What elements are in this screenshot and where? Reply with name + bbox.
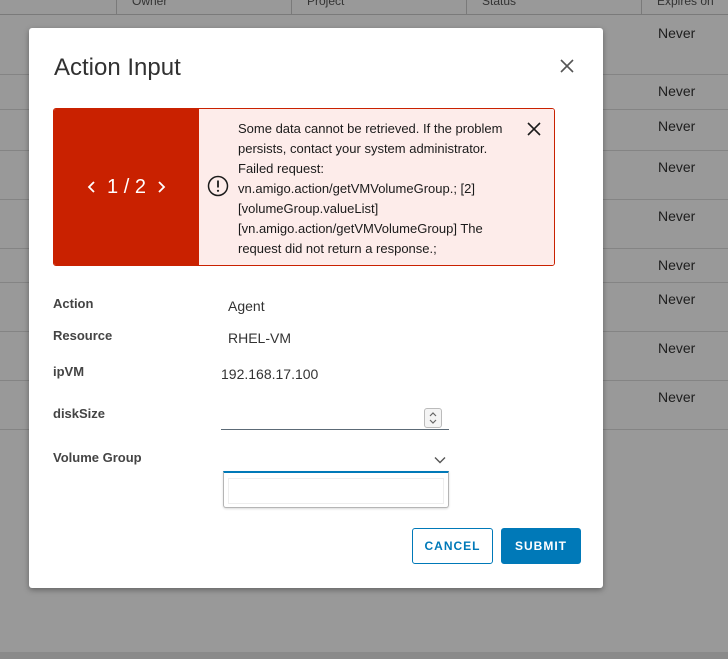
alert-close-icon[interactable]	[526, 121, 542, 137]
stepper-arrows-icon	[429, 412, 437, 424]
cancel-button[interactable]: CANCEL	[412, 528, 493, 564]
close-icon[interactable]	[557, 56, 577, 76]
action-input-dialog: Action Input 1 / 2 Some data cannot be r…	[29, 28, 603, 588]
ipvm-value: 192.168.17.100	[221, 366, 319, 382]
alert-page-indicator: 1 / 2	[107, 175, 146, 198]
action-label: Action	[53, 296, 94, 311]
resource-label: Resource	[53, 328, 113, 343]
action-value: Agent	[228, 298, 265, 314]
resource-value: RHEL-VM	[228, 330, 292, 346]
number-stepper[interactable]	[424, 408, 442, 428]
volume-group-option[interactable]	[228, 478, 444, 504]
alert-pager: 1 / 2	[54, 109, 199, 265]
error-alert: 1 / 2 Some data cannot be retrieved. If …	[53, 108, 555, 266]
disksize-label: diskSize	[53, 406, 106, 421]
dialog-title: Action Input	[54, 54, 181, 81]
ipvm-label: ipVM	[53, 364, 85, 379]
volume-group-label: Volume Group	[53, 450, 142, 465]
chevron-right-icon[interactable]	[154, 177, 168, 197]
exclamation-circle-icon	[207, 175, 229, 197]
alert-body: Some data cannot be retrieved. If the pr…	[199, 109, 554, 265]
disksize-underline	[221, 429, 449, 430]
chevron-left-icon[interactable]	[85, 177, 99, 197]
volume-group-dropdown[interactable]	[223, 471, 449, 508]
page-footer	[0, 652, 728, 659]
chevron-down-icon[interactable]	[434, 456, 446, 464]
submit-button[interactable]: SUBMIT	[501, 528, 581, 564]
disksize-input[interactable]	[221, 408, 421, 428]
alert-message: Some data cannot be retrieved. If the pr…	[238, 121, 503, 256]
